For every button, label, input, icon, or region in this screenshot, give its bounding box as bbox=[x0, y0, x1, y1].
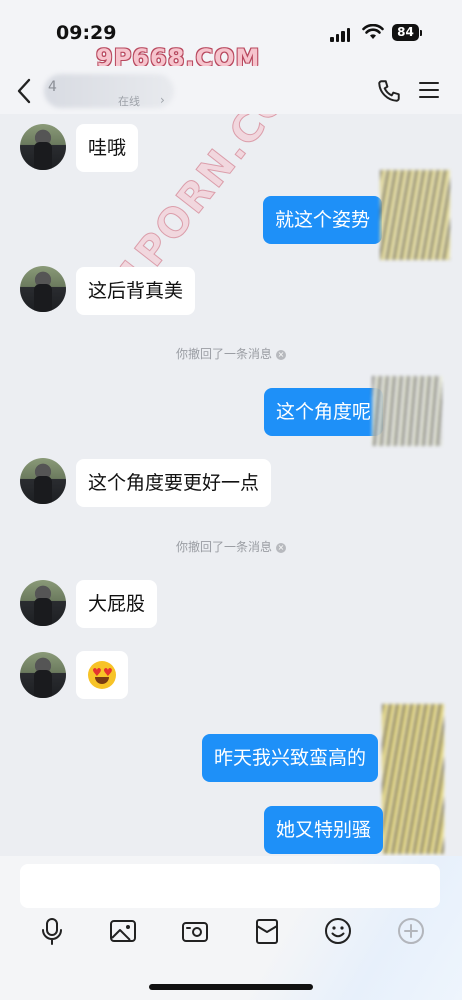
chevron-right-icon[interactable]: › bbox=[160, 93, 165, 107]
avatar[interactable] bbox=[20, 458, 66, 504]
recall-text: 你撤回了一条消息 bbox=[175, 540, 272, 554]
signal-icon bbox=[330, 26, 350, 42]
heart-eyes-emoji-icon: ♥ ♥ bbox=[88, 661, 116, 689]
phone-icon[interactable] bbox=[376, 78, 402, 104]
redaction-scribble bbox=[372, 376, 442, 446]
emoji-icon[interactable] bbox=[323, 916, 353, 946]
status-bar: 09:29 84 9P668.COM bbox=[0, 0, 462, 72]
chat-header: 4 在线 › bbox=[0, 66, 462, 114]
input-area bbox=[0, 856, 462, 1000]
close-icon[interactable]: × bbox=[276, 542, 286, 553]
contact-name-blurred[interactable] bbox=[44, 74, 174, 108]
camera-icon[interactable] bbox=[180, 916, 210, 946]
battery-tip bbox=[420, 30, 422, 36]
mic-icon[interactable] bbox=[37, 916, 67, 946]
message-outgoing[interactable]: 就这个姿势 bbox=[263, 196, 383, 244]
redaction-scribble bbox=[380, 170, 450, 260]
recall-notice: 你撤回了一条消息 × bbox=[0, 538, 462, 555]
online-status: 在线 bbox=[118, 95, 140, 108]
chat-list[interactable]: 91PORN.COM 哇哦 就这个姿势 这后背真美 你撤回了一条消息 × 这个角度… bbox=[0, 114, 462, 856]
wifi-icon bbox=[362, 24, 384, 39]
recall-notice: 你撤回了一条消息 × bbox=[0, 345, 462, 362]
plus-icon[interactable] bbox=[396, 916, 426, 946]
avatar[interactable] bbox=[20, 652, 66, 698]
avatar[interactable] bbox=[20, 580, 66, 626]
message-outgoing[interactable]: 昨天我兴致蛮高的 bbox=[202, 734, 379, 782]
red-packet-icon[interactable] bbox=[252, 916, 282, 946]
menu-icon[interactable] bbox=[418, 80, 440, 100]
unread-count: 4 bbox=[48, 79, 57, 95]
message-input[interactable] bbox=[20, 864, 440, 908]
status-time: 09:29 bbox=[56, 22, 117, 44]
message-outgoing[interactable]: 这个角度呢 bbox=[264, 388, 384, 436]
message-incoming[interactable]: 这后背真美 bbox=[76, 267, 196, 315]
battery-icon: 84 bbox=[392, 24, 419, 41]
message-incoming-emoji[interactable]: ♥ ♥ bbox=[76, 651, 128, 699]
message-outgoing[interactable]: 她又特别骚 bbox=[264, 806, 384, 854]
message-incoming[interactable]: 哇哦 bbox=[76, 124, 139, 172]
home-indicator bbox=[149, 984, 313, 990]
message-incoming[interactable]: 大屁股 bbox=[76, 580, 158, 628]
image-icon[interactable] bbox=[108, 916, 138, 946]
message-incoming[interactable]: 这个角度要更好一点 bbox=[76, 459, 272, 507]
avatar[interactable] bbox=[20, 124, 66, 170]
avatar[interactable] bbox=[20, 266, 66, 312]
redaction-scribble bbox=[382, 704, 444, 854]
close-icon[interactable]: × bbox=[276, 349, 286, 360]
recall-text: 你撤回了一条消息 bbox=[175, 347, 272, 361]
back-icon[interactable] bbox=[14, 76, 34, 106]
